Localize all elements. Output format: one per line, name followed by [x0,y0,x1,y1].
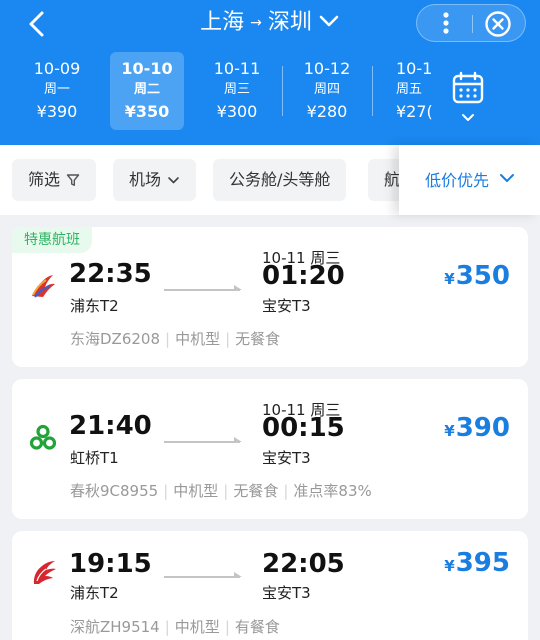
ontime-rate: 准点率83% [293,482,372,500]
flight-card[interactable]: 21:40 虹桥T1 10-11 周三 00:15 宝安T3 ¥390 春秋9C… [12,379,528,519]
flight-number: 东海DZ6208 [70,330,161,348]
flight-price: ¥350 [444,261,510,291]
date-divider [282,66,283,116]
calendar-icon[interactable] [450,70,486,106]
flight-meta: 深航ZH9514 | 中机型 | 有餐食 [70,616,280,637]
airport-label: 机场 [129,170,162,189]
to-city: 深圳 [267,10,312,35]
date-tab-1011[interactable]: 10-11 周三 ¥300 [200,52,274,130]
flight-card[interactable]: 19:15 浦东T2 22:05 宝安T3 ¥395 深航ZH9514 | 中机型 |… [12,531,528,640]
filter-button[interactable]: 筛选 [12,159,97,201]
cabin-label: 公务舱/头等舱 [229,170,331,189]
price-value: 390 [455,413,510,443]
date-price: ¥280 [306,102,348,121]
meta-divider: | [165,330,171,348]
departure-time: 22:35 [69,259,152,289]
aircraft-size: 中机型 [173,482,219,500]
price-value: 395 [455,548,510,578]
close-icon[interactable] [483,9,513,39]
currency-symbol: ¥ [444,422,455,440]
arrival-time: 01:20 [262,261,345,291]
weekday-label: 周二 [133,82,160,97]
aircraft-size: 中机型 [174,618,220,636]
date-tab-1012[interactable]: 10-12 周四 ¥280 [290,52,364,130]
promo-badge: 特惠航班 [12,227,92,253]
airport-filter-button[interactable]: 机场 [113,159,197,201]
meta-divider: | [283,482,289,500]
weekday-label: 周四 [313,82,340,97]
flight-price: ¥395 [444,548,510,578]
arrival-airport: 宝安T3 [262,297,311,315]
flight-arrow-icon [164,437,242,443]
departure-time: 19:15 [69,549,152,579]
date-tab-1009[interactable]: 10-09 周一 ¥390 [20,52,94,130]
date-label: 10-12 [303,59,351,78]
cabin-filter-button[interactable]: 公务舱/头等舱 [213,159,347,201]
header: 上海 → 深圳 10-09 周一 ¥390 10-10 周二 ¥350 10-11 … [0,0,540,145]
departure-airport: 浦东T2 [70,584,119,602]
meta-divider: | [163,482,169,500]
date-selector: 10-09 周一 ¥390 10-10 周二 ¥350 10-11 周三 ¥30… [0,52,440,132]
meal-info: 有餐食 [234,618,280,636]
mini-program-capsule [416,4,526,42]
currency-symbol: ¥ [444,270,455,288]
funnel-icon [66,174,80,186]
arrival-time: 22:05 [262,549,345,579]
departure-time: 21:40 [69,411,152,441]
flight-meta: 东海DZ6208 | 中机型 | 无餐食 [70,328,280,349]
filter-label: 筛选 [28,170,61,189]
route-arrow: → [250,15,262,31]
flight-card[interactable]: 特惠航班 22:35 浦东T2 10-11 周三 01:20 宝安T3 ¥350… [12,227,528,367]
chevron-down-icon[interactable] [318,10,340,32]
price-value: 350 [455,261,510,291]
meal-info: 无餐食 [233,482,279,500]
currency-symbol: ¥ [444,557,455,575]
capsule-divider [472,15,473,33]
flight-number: 深航ZH9514 [70,618,160,636]
date-label: 10-1 [396,59,433,78]
date-tab-1010[interactable]: 10-10 周二 ¥350 [110,52,184,130]
weekday-label: 周一 [43,82,70,97]
date-divider [372,66,373,116]
from-city: 上海 [200,10,245,35]
meta-divider: | [225,330,231,348]
date-price: ¥390 [36,102,78,121]
sort-label: 低价优先 [425,171,490,190]
date-price: ¥300 [216,102,258,121]
spring-airlines-logo-icon [29,424,57,450]
arrival-time: 00:15 [262,413,345,443]
meta-divider: | [164,618,170,636]
arrival-airport: 宝安T3 [262,449,311,467]
date-price: ¥350 [124,102,170,121]
flight-number: 春秋9C8955 [70,482,159,500]
flight-arrow-icon [164,285,242,291]
date-label: 10-09 [33,59,81,78]
calendar-chevron-down-icon[interactable] [460,110,476,126]
flight-price: ¥390 [444,413,510,443]
chevron-down-icon [168,177,179,184]
aircraft-size: 中机型 [175,330,221,348]
airline-label: 航 [384,170,401,189]
flight-arrow-icon [164,572,242,578]
departure-airport: 浦东T2 [70,297,119,315]
weekday-label: 周五 [396,82,423,97]
chevron-down-icon [500,174,514,182]
sort-button[interactable]: 低价优先 [399,145,540,215]
donghai-airline-logo-icon [32,275,55,298]
date-price: ¥27( [396,102,433,121]
more-icon[interactable] [431,8,461,38]
weekday-label: 周三 [223,82,250,97]
arrival-airport: 宝安T3 [262,584,311,602]
shenzhen-airlines-logo-icon [33,561,56,584]
meta-divider: | [224,618,230,636]
date-tab-1013[interactable]: 10-1 周五 ¥27( [380,52,440,130]
meal-info: 无餐食 [235,330,281,348]
date-label: 10-11 [213,59,261,78]
flight-meta: 春秋9C8955 | 中机型 | 无餐食 | 准点率83% [70,480,372,501]
departure-airport: 虹桥T1 [70,449,119,467]
meta-divider: | [223,482,229,500]
date-label: 10-10 [121,59,173,78]
